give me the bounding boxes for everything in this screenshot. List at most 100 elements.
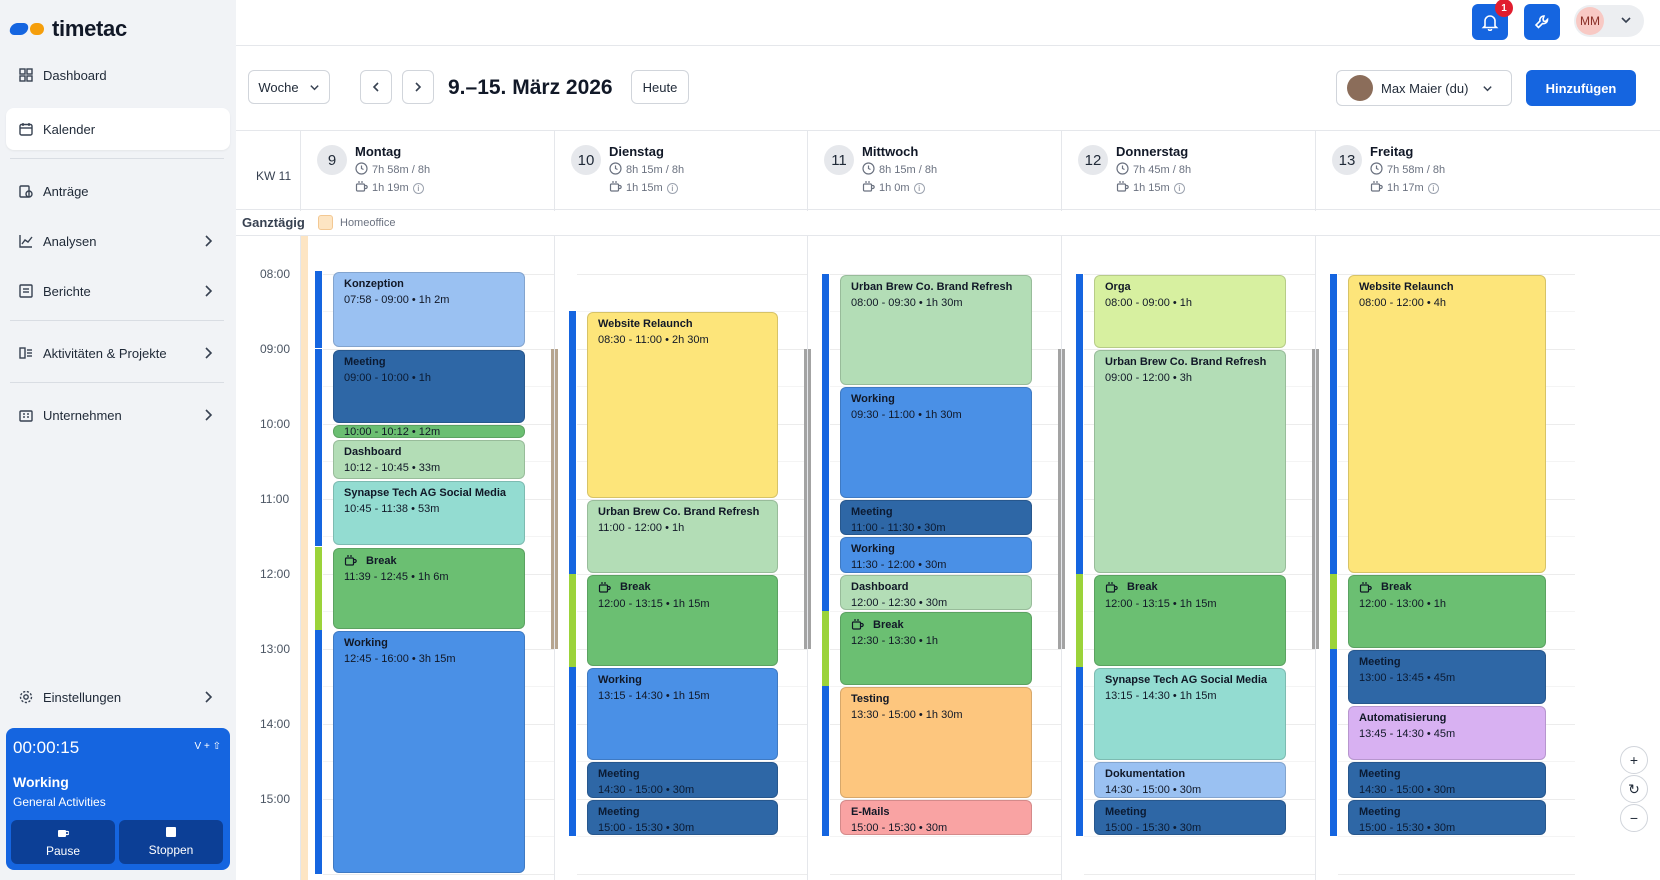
calendar-event[interactable]: Break 12:00 - 13:00 • 1h (1348, 574, 1546, 648)
calendar-event[interactable]: Website Relaunch 08:30 - 11:00 • 2h 30m (587, 312, 778, 498)
day-worktime-value: 7h 45m / 8h (1133, 164, 1192, 176)
event-title: Working (851, 393, 1021, 405)
user-menu[interactable]: MM (1574, 5, 1644, 37)
clock-icon (609, 162, 626, 178)
day-header-dienstag[interactable]: 10 Dienstag 8h 15m / 8h 1h 15m i (554, 131, 807, 211)
sidebar-item-berichte[interactable]: Berichte (6, 270, 230, 312)
event-time: 10:12 - 10:45 • 33m (344, 461, 441, 474)
calendar-event[interactable]: Meeting 15:00 - 15:30 • 30m (587, 799, 778, 835)
grid-line (830, 836, 1061, 837)
sidebar-item-einstellungen[interactable]: Einstellungen (6, 676, 230, 718)
hour-label: 11:00 (260, 491, 290, 506)
calendar-event[interactable]: Break 11:39 - 12:45 • 1h 6m (333, 548, 525, 629)
timeline-bar (822, 498, 829, 536)
hour-label: 15:00 (260, 791, 291, 806)
calendar-event[interactable]: Synapse Tech AG Social Media 10:45 - 11:3… (333, 480, 525, 545)
event-title-text: Orga (1105, 280, 1131, 293)
calendar-event[interactable]: Urban Brew Co. Brand Refresh 08:00 - 09:3… (840, 274, 1032, 385)
calendar-event[interactable]: Meeting 14:30 - 15:00 • 30m (587, 762, 778, 798)
calendar-event[interactable]: Website Relaunch 08:00 - 12:00 • 4h (1348, 274, 1546, 573)
calendar-event[interactable]: Meeting 15:00 - 15:30 • 30m (1348, 799, 1546, 835)
sidebar-item-unternehmen[interactable]: Unternehmen (6, 394, 230, 436)
event-title-text: Dashboard (344, 445, 402, 458)
sidebar-item-analysen[interactable]: Analysen (6, 220, 230, 262)
day-column[interactable]: Website Relaunch 08:00 - 12:00 • 4h Break 1… (1315, 236, 1575, 880)
calendar-event[interactable]: Working 12:45 - 16:00 • 3h 15m (333, 630, 525, 873)
bell-icon (1481, 15, 1499, 31)
next-week-button[interactable] (402, 70, 434, 104)
add-entry-button[interactable]: Hinzufügen (1526, 70, 1636, 106)
sidebar-item-kalender[interactable]: Kalender (6, 108, 230, 150)
calendar-event[interactable]: Urban Brew Co. Brand Refresh 09:00 - 12:0… (1094, 349, 1286, 573)
calendar-event[interactable]: Break 12:00 - 13:15 • 1h 15m (587, 574, 778, 667)
event-time: 13:00 - 13:45 • 45m (1359, 671, 1456, 684)
event-title: Orga (1105, 281, 1275, 293)
calendar-event[interactable]: Meeting 13:00 - 13:45 • 45m (1348, 649, 1546, 704)
calendar-event[interactable]: Orga 08:00 - 09:00 • 1h (1094, 274, 1286, 348)
day-header-donnerstag[interactable]: 12 Donnerstag 7h 45m / 8h 1h 15m i (1061, 131, 1315, 211)
sidebar-item-aktivitaeten-projekte[interactable]: Aktivitäten & Projekte (6, 332, 230, 374)
sidebar-item-antraege[interactable]: Anträge (6, 170, 230, 212)
calendar-event[interactable]: 10:00 - 10:12 • 12m (333, 424, 525, 438)
calendar-event[interactable]: Meeting 15:00 - 15:30 • 30m (1094, 799, 1286, 835)
previous-week-button[interactable] (360, 70, 392, 104)
pause-button[interactable]: Pause (11, 820, 115, 864)
calendar-event[interactable]: Synapse Tech AG Social Media 13:15 - 14:3… (1094, 668, 1286, 760)
day-header-montag[interactable]: 9 Montag 7h 58m / 8h 1h 19m i (300, 131, 554, 211)
day-column[interactable]: Konzeption 07:58 - 09:00 • 1h 2m Meeting 09… (300, 236, 558, 880)
info-icon: i (666, 182, 678, 194)
calendar-event[interactable]: Working 09:30 - 11:00 • 1h 30m (840, 387, 1032, 498)
event-time: 15:00 - 15:30 • 30m (851, 821, 948, 834)
calendar-event[interactable]: Dokumentation 14:30 - 15:00 • 30m (1094, 762, 1286, 798)
calendar-event[interactable]: Meeting 11:00 - 11:30 • 30m (840, 499, 1032, 535)
calendar-event[interactable]: Meeting 09:00 - 10:00 • 1h (333, 349, 525, 423)
event-time: 09:30 - 11:00 • 1h 30m (851, 409, 962, 421)
calendar-event[interactable]: Working 11:30 - 12:00 • 30m (840, 537, 1032, 573)
zoom-reset-button[interactable]: ↻ (1620, 775, 1648, 803)
calendar-event[interactable]: Dashboard 12:00 - 12:30 • 30m (840, 574, 1032, 610)
day-column[interactable]: Urban Brew Co. Brand Refresh 08:00 - 09:3… (807, 236, 1065, 880)
event-title-text: Break (366, 554, 397, 567)
day-header-mittwoch[interactable]: 11 Mittwoch 8h 15m / 8h 1h 0m i (807, 131, 1061, 211)
calendar-event[interactable]: Konzeption 07:58 - 09:00 • 1h 2m (333, 272, 525, 348)
event-title-text: Meeting (1359, 805, 1401, 818)
zoom-in-button[interactable]: + (1620, 746, 1648, 774)
day-column[interactable]: Website Relaunch 08:30 - 11:00 • 2h 30m Ur… (554, 236, 811, 880)
event-title: Break (1359, 581, 1535, 594)
today-button[interactable]: Heute (631, 70, 689, 104)
logo-mark-dot-icon (30, 23, 44, 35)
grid-line (577, 273, 807, 275)
person-avatar (1347, 75, 1373, 101)
calendar-event[interactable]: Meeting 14:30 - 15:00 • 30m (1348, 762, 1546, 798)
event-title: Synapse Tech AG Social Media (344, 487, 514, 499)
brand-logo[interactable]: timetac (8, 14, 127, 44)
event-title-text: Dokumentation (1105, 768, 1186, 780)
calendar-event[interactable]: Testing 13:30 - 15:00 • 1h 30m (840, 687, 1032, 798)
day-column[interactable]: Orga 08:00 - 09:00 • 1h Urban Brew Co. Bra… (1061, 236, 1319, 880)
person-select[interactable]: Max Maier (du) (1336, 70, 1512, 106)
stop-button[interactable]: Stoppen (119, 820, 223, 864)
view-select[interactable]: Woche (248, 70, 330, 104)
day-worktime: 7h 58m / 8h (355, 162, 430, 178)
calendar-event[interactable]: Dashboard 10:12 - 10:45 • 33m (333, 439, 525, 479)
day-worktime-value: 7h 58m / 8h (372, 164, 431, 176)
tools-button[interactable] (1524, 4, 1560, 40)
event-title: Meeting (344, 356, 514, 368)
notification-count-badge: 1 (1495, 0, 1513, 17)
event-title: Dokumentation (1105, 768, 1275, 780)
calendar-event[interactable]: Automatisierung 13:45 - 14:30 • 45m (1348, 705, 1546, 760)
event-time: 12:00 - 13:15 • 1h 15m (598, 597, 710, 610)
stop-icon (166, 827, 176, 840)
sidebar-item-dashboard[interactable]: Dashboard (6, 54, 230, 96)
calendar-event[interactable]: Break 12:30 - 13:30 • 1h (840, 612, 1032, 685)
chevron-down-icon (309, 84, 319, 90)
calendar-event[interactable]: Urban Brew Co. Brand Refresh 11:00 - 12:0… (587, 499, 778, 573)
event-title-text: Website Relaunch (598, 318, 693, 330)
calendar-event[interactable]: Break 12:00 - 13:15 • 1h 15m (1094, 574, 1286, 667)
day-header-freitag[interactable]: 13 Freitag 7h 58m / 8h 1h 17m i (1315, 131, 1575, 211)
all-day-event[interactable]: Homeoffice (318, 215, 395, 230)
calendar-event[interactable]: E-Mails 15:00 - 15:30 • 30m (840, 799, 1032, 835)
coffee-icon (609, 180, 626, 196)
calendar-event[interactable]: Working 13:15 - 14:30 • 1h 15m (587, 668, 778, 760)
zoom-out-button[interactable]: − (1620, 804, 1648, 832)
